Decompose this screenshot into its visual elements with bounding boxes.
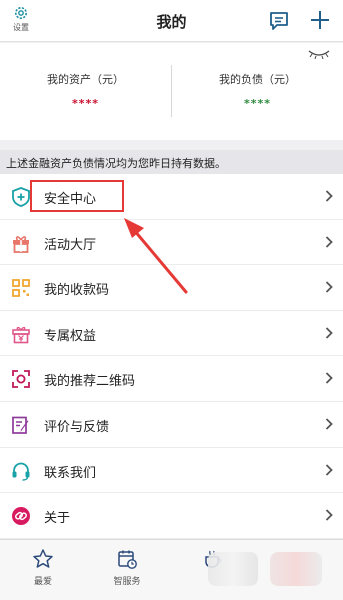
my-assets[interactable]: 我的资产（元） ****	[0, 71, 171, 110]
liabilities-value: ****	[243, 97, 271, 110]
chevron-right-icon	[325, 418, 333, 430]
menu-label: 活动大厅	[44, 237, 97, 253]
assets-panel: 我的资产（元） **** 我的负债（元） ****	[0, 43, 343, 140]
chevron-right-icon	[325, 281, 333, 293]
star-icon	[33, 549, 53, 568]
menu-label: 评价与反馈	[44, 419, 110, 435]
chevron-right-icon	[325, 372, 333, 385]
qr-code-icon	[12, 279, 30, 298]
menu-item-feedback[interactable]: 评价与反馈	[0, 402, 343, 448]
add-icon[interactable]	[309, 9, 331, 31]
assets-value: ****	[71, 97, 99, 110]
menu-item-exclusive-benefits[interactable]: 专属权益	[0, 311, 343, 357]
link-icon	[12, 507, 30, 526]
menu-label: 关于	[44, 511, 71, 527]
scan-icon	[12, 370, 30, 389]
page-title: 我的	[156, 13, 187, 31]
menu-item-referral-qr[interactable]: 我的推荐二维码	[0, 356, 343, 402]
calendar-clock-icon	[118, 550, 137, 569]
chevron-right-icon	[325, 190, 333, 202]
hide-eye-icon[interactable]	[306, 47, 332, 61]
chevron-right-icon	[325, 327, 333, 339]
message-icon[interactable]	[268, 10, 290, 32]
menu-item-contact-us[interactable]: 联系我们	[0, 448, 343, 494]
chevron-right-icon	[325, 463, 333, 476]
data-notice: 上述金融资产负债情况均为您昨日持有数据。	[0, 150, 343, 174]
chevron-right-icon	[325, 509, 333, 521]
menu-item-about[interactable]: 关于	[0, 493, 343, 539]
chevron-right-icon	[325, 235, 333, 248]
menu-label: 我的推荐二维码	[44, 374, 136, 390]
tab-smart-service[interactable]: 智服务	[97, 548, 157, 587]
liabilities-label: 我的负债（元）	[219, 73, 296, 86]
edit-icon	[12, 416, 29, 434]
yen-gift-icon	[12, 326, 30, 344]
menu-label: 联系我们	[44, 465, 97, 481]
tab-label: 最爱	[33, 577, 52, 587]
menu-label: 我的收款码	[44, 283, 110, 299]
pointer-arrow-icon	[124, 218, 188, 294]
tab-favorites[interactable]: 最爱	[13, 548, 73, 587]
headset-icon	[12, 462, 30, 481]
shield-plus-icon	[12, 187, 30, 207]
blurred-region	[270, 552, 322, 586]
menu-label: 专属权益	[44, 328, 97, 344]
assets-label: 我的资产（元）	[47, 73, 124, 86]
highlight-box	[30, 180, 124, 212]
my-liabilities[interactable]: 我的负债（元） ****	[172, 71, 343, 110]
blurred-region	[208, 552, 258, 586]
tab-label: 智服务	[113, 577, 141, 587]
gift-icon	[13, 235, 29, 253]
top-bar: 设置 我的	[0, 0, 343, 42]
